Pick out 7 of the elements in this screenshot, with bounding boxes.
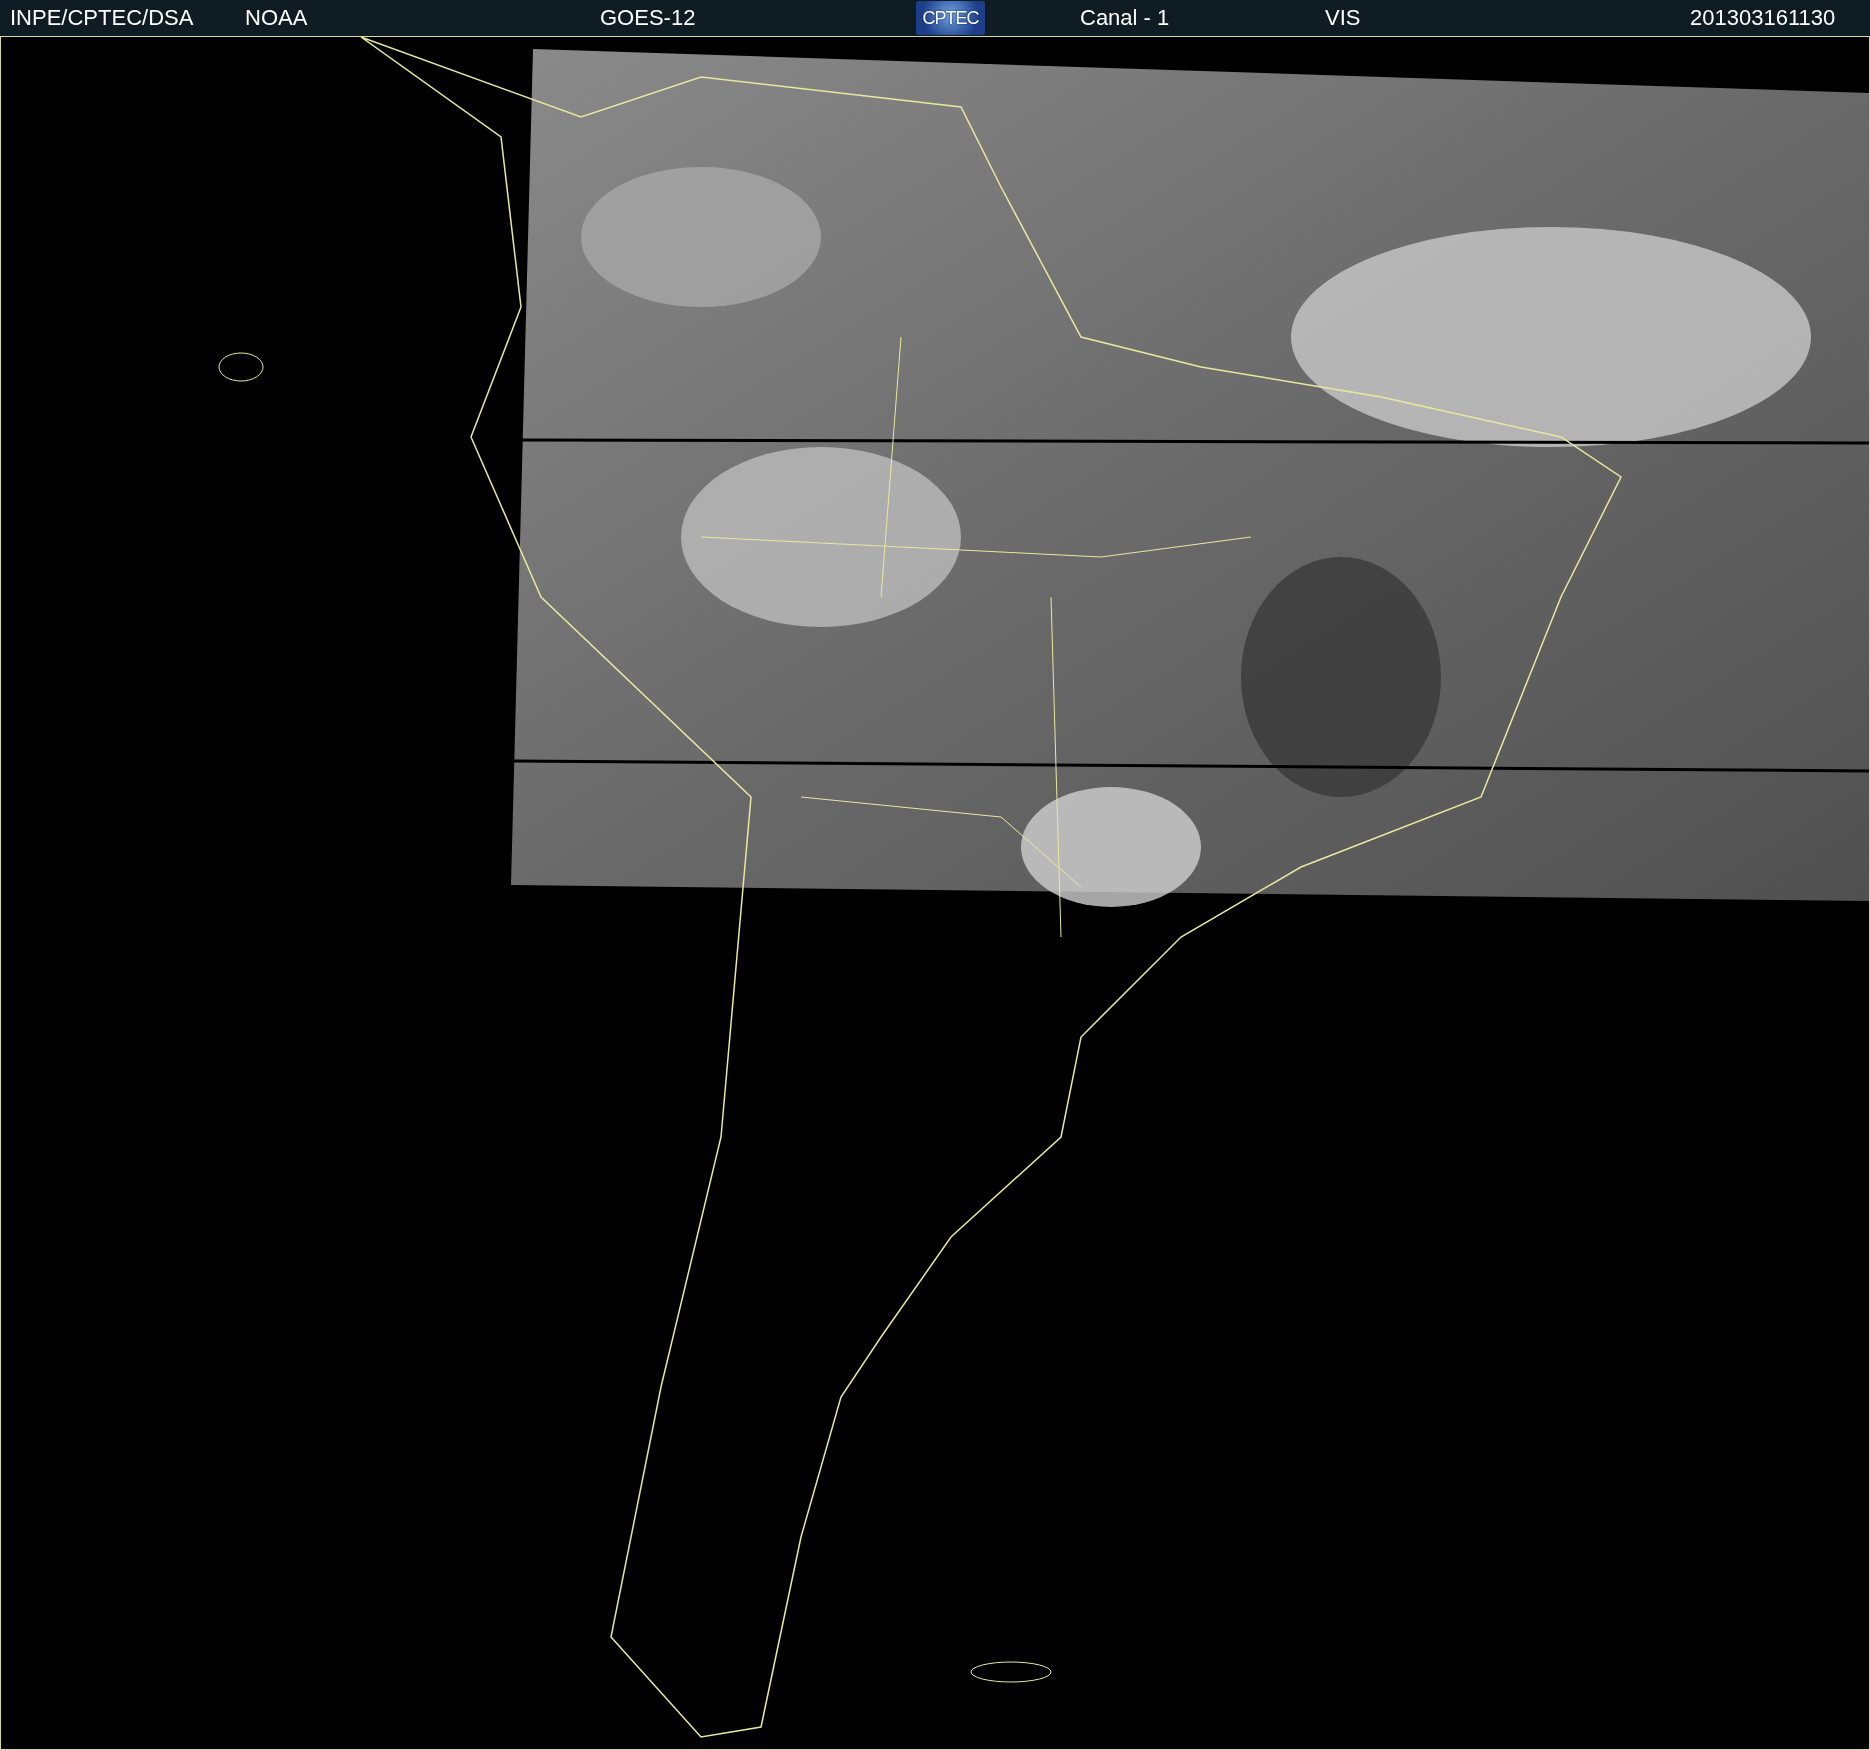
header-label: 201303161130 <box>1690 5 1836 31</box>
header-label: NOAA <box>245 5 308 31</box>
header-label: VIS <box>1325 5 1361 31</box>
header-label: GOES-12 <box>600 5 696 31</box>
header-label: Canal - 1 <box>1080 5 1170 31</box>
header-label: INPE/CPTEC/DSA <box>10 5 194 31</box>
logo: CPTEC <box>916 1 985 35</box>
